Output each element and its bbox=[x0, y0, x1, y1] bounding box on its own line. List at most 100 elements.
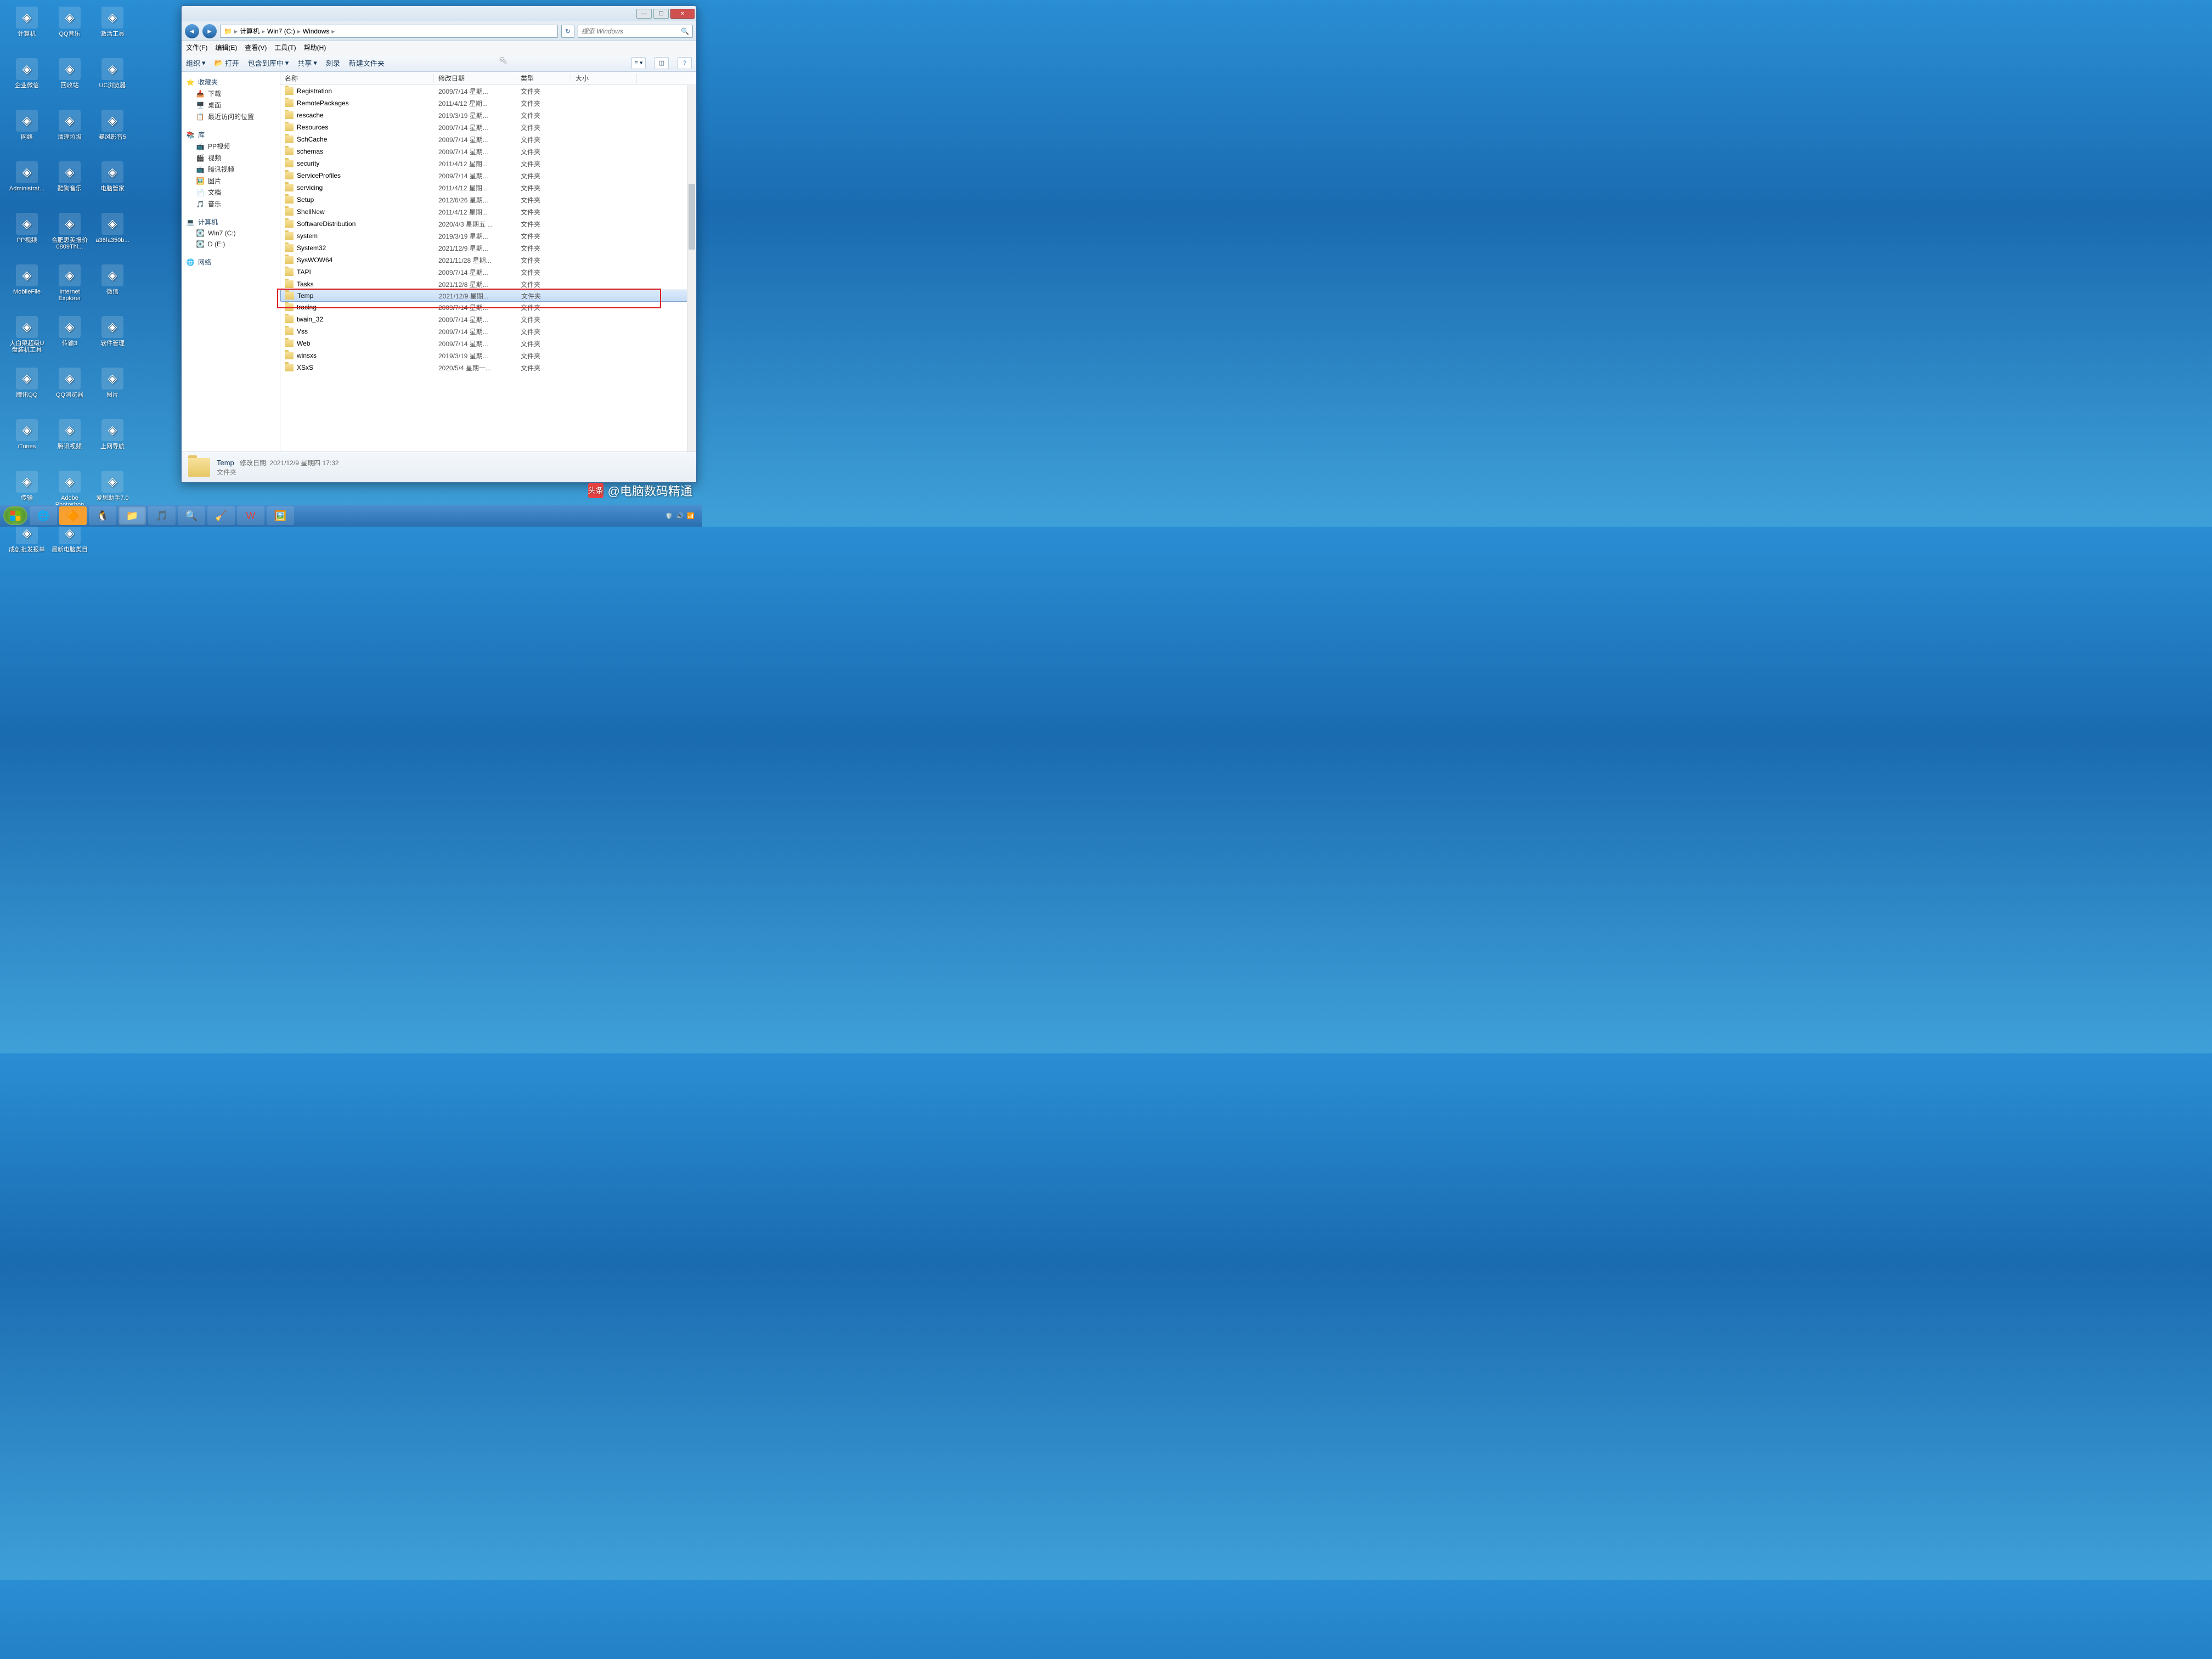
breadcrumb-computer[interactable]: 计算机 bbox=[240, 26, 259, 36]
table-row[interactable]: Registration2009/7/14 星期...文件夹 bbox=[280, 85, 696, 97]
desktop-icon[interactable]: ◈腾讯视频 bbox=[49, 419, 90, 466]
menu-edit[interactable]: 编辑(E) bbox=[215, 43, 237, 52]
column-size[interactable]: 大小 bbox=[571, 74, 637, 83]
taskbar-item-explorer[interactable]: 📁 bbox=[119, 506, 146, 525]
table-row[interactable]: RemotePackages2011/4/12 星期...文件夹 bbox=[280, 97, 696, 109]
taskbar-item[interactable]: 🐧 bbox=[89, 506, 116, 525]
desktop-icon[interactable]: ◈传输3 bbox=[49, 316, 90, 363]
maximize-button[interactable]: ☐ bbox=[653, 9, 669, 19]
breadcrumb-drive[interactable]: Win7 (C:) bbox=[267, 27, 295, 35]
desktop-icon[interactable]: ◈网络 bbox=[7, 110, 47, 157]
menu-view[interactable]: 查看(V) bbox=[245, 43, 267, 52]
desktop-icon[interactable]: ◈Internet Explorer bbox=[49, 264, 90, 312]
table-row[interactable]: tracing2009/7/14 星期...文件夹 bbox=[280, 301, 696, 313]
sidebar-item-pictures[interactable]: 🖼️图片 bbox=[184, 175, 278, 187]
sidebar-item-desktop[interactable]: 🖥️桌面 bbox=[184, 99, 278, 111]
sidebar-item-documents[interactable]: 📄文档 bbox=[184, 187, 278, 198]
desktop-icon[interactable]: ◈计算机 bbox=[7, 7, 47, 54]
sidebar-network[interactable]: 🌐网络 bbox=[184, 256, 278, 268]
tray-icon[interactable]: 🔊 bbox=[676, 512, 684, 520]
desktop-icon[interactable]: ◈软件管理 bbox=[92, 316, 133, 363]
forward-button[interactable]: ► bbox=[202, 24, 217, 38]
tray-icon[interactable]: 📶 bbox=[687, 512, 695, 520]
search-input[interactable] bbox=[582, 27, 681, 35]
table-row[interactable]: SoftwareDistribution2020/4/3 星期五 ...文件夹 bbox=[280, 218, 696, 230]
table-row[interactable]: rescache2019/3/19 星期...文件夹 bbox=[280, 109, 696, 121]
taskbar-item[interactable]: 🧹 bbox=[207, 506, 235, 525]
refresh-button[interactable]: ↻ bbox=[561, 25, 574, 38]
start-button[interactable] bbox=[3, 506, 27, 525]
desktop-icon[interactable]: ◈上网导航 bbox=[92, 419, 133, 466]
taskbar-item[interactable]: W bbox=[237, 506, 264, 525]
preview-pane-button[interactable]: ◫ bbox=[654, 57, 669, 69]
table-row[interactable]: Vss2009/7/14 星期...文件夹 bbox=[280, 325, 696, 337]
table-row[interactable]: Web2009/7/14 星期...文件夹 bbox=[280, 337, 696, 349]
breadcrumb-folder[interactable]: Windows bbox=[303, 27, 330, 35]
desktop-icon[interactable]: ◈成创批发报单 bbox=[7, 522, 47, 569]
sidebar-libraries[interactable]: 📚库 bbox=[184, 129, 278, 140]
table-row[interactable]: security2011/4/12 星期...文件夹 bbox=[280, 157, 696, 170]
column-name[interactable]: 名称 bbox=[280, 74, 434, 83]
table-row[interactable]: Tasks2021/12/8 星期...文件夹 bbox=[280, 278, 696, 290]
table-row[interactable]: ServiceProfiles2009/7/14 星期...文件夹 bbox=[280, 170, 696, 182]
desktop-icon[interactable]: ◈微信 bbox=[92, 264, 133, 312]
desktop-icon[interactable]: ◈合肥思美报价0809Thi... bbox=[49, 213, 90, 260]
toolbar-newfolder[interactable]: 新建文件夹 bbox=[349, 58, 385, 68]
toolbar-organize[interactable]: 组织 ▾ bbox=[186, 58, 206, 68]
table-row[interactable]: system2019/3/19 星期...文件夹 bbox=[280, 230, 696, 242]
search-box[interactable]: 🔍 bbox=[578, 25, 693, 38]
sidebar-favorites[interactable]: ⭐收藏夹 bbox=[184, 76, 278, 88]
desktop-icon[interactable]: ◈QQ浏览器 bbox=[49, 368, 90, 415]
table-row[interactable]: XSxS2020/5/4 星期一...文件夹 bbox=[280, 362, 696, 374]
back-button[interactable]: ◄ bbox=[185, 24, 199, 38]
desktop-icon[interactable]: ◈UC浏览器 bbox=[92, 58, 133, 105]
desktop-icon[interactable]: ◈a36fa350b... bbox=[92, 213, 133, 260]
sidebar-computer[interactable]: 💻计算机 bbox=[184, 216, 278, 228]
help-button[interactable]: ? bbox=[678, 57, 692, 69]
view-options-button[interactable]: ≡ ▾ bbox=[631, 57, 646, 69]
vertical-scrollbar[interactable] bbox=[687, 85, 696, 452]
tray-icon[interactable]: 🛡️ bbox=[665, 512, 673, 520]
sidebar-item-tencent-video[interactable]: 📺腾讯视频 bbox=[184, 163, 278, 175]
minimize-button[interactable]: — bbox=[636, 9, 652, 19]
column-date[interactable]: 修改日期 bbox=[434, 74, 516, 83]
desktop-icon[interactable]: ◈iTunes bbox=[7, 419, 47, 466]
table-row[interactable]: winsxs2019/3/19 星期...文件夹 bbox=[280, 349, 696, 362]
scrollbar-thumb[interactable] bbox=[689, 184, 695, 250]
desktop-icon[interactable]: ◈Administrat... bbox=[7, 161, 47, 208]
table-row[interactable]: System322021/12/9 星期...文件夹 bbox=[280, 242, 696, 254]
table-row[interactable]: twain_322009/7/14 星期...文件夹 bbox=[280, 313, 696, 325]
table-row[interactable]: TAPI2009/7/14 星期...文件夹 bbox=[280, 266, 696, 278]
desktop-icon[interactable]: ◈MobileFile bbox=[7, 264, 47, 312]
menu-tools[interactable]: 工具(T) bbox=[274, 43, 296, 52]
address-bar[interactable]: 📁 ▸ 计算机 ▸ Win7 (C:) ▸ Windows ▸ bbox=[220, 25, 558, 38]
desktop-icon[interactable]: ◈酷狗音乐 bbox=[49, 161, 90, 208]
desktop-icon[interactable]: ◈清理垃圾 bbox=[49, 110, 90, 157]
desktop-icon[interactable]: ◈回收站 bbox=[49, 58, 90, 105]
toolbar-include[interactable]: 包含到库中 ▾ bbox=[248, 58, 289, 68]
desktop-icon[interactable]: ◈QQ音乐 bbox=[49, 7, 90, 54]
toolbar-share[interactable]: 共享 ▾ bbox=[297, 58, 317, 68]
desktop-icon[interactable]: ◈激活工具 bbox=[92, 7, 133, 54]
table-row[interactable]: ShellNew2011/4/12 星期...文件夹 bbox=[280, 206, 696, 218]
sidebar-item-ppvideo[interactable]: 📺PP视频 bbox=[184, 140, 278, 152]
column-type[interactable]: 类型 bbox=[516, 74, 571, 83]
system-tray[interactable]: 🛡️ 🔊 📶 bbox=[665, 512, 699, 520]
desktop-icon[interactable]: ◈大白菜超级U盘装机工具 bbox=[7, 316, 47, 363]
table-row[interactable]: Resources2009/7/14 星期...文件夹 bbox=[280, 121, 696, 133]
sidebar-item-recent[interactable]: 📋最近访问的位置 bbox=[184, 111, 278, 122]
toolbar-open[interactable]: 📂 打开 bbox=[215, 58, 239, 68]
menu-file[interactable]: 文件(F) bbox=[186, 43, 207, 52]
table-row[interactable]: SchCache2009/7/14 星期...文件夹 bbox=[280, 133, 696, 145]
sidebar-item-music[interactable]: 🎵音乐 bbox=[184, 198, 278, 210]
desktop-icon[interactable]: ◈腾讯QQ bbox=[7, 368, 47, 415]
desktop-icon[interactable]: ◈最新电脑类目 bbox=[49, 522, 90, 569]
menu-help[interactable]: 帮助(H) bbox=[304, 43, 326, 52]
desktop-icon[interactable]: ◈图片 bbox=[92, 368, 133, 415]
sidebar-item-drive-c[interactable]: 💽Win7 (C:) bbox=[184, 228, 278, 239]
desktop-icon[interactable]: ◈企业微信 bbox=[7, 58, 47, 105]
taskbar-item[interactable]: 🔍 bbox=[178, 506, 205, 525]
taskbar-item[interactable]: 🔶 bbox=[59, 506, 87, 525]
table-row[interactable]: servicing2011/4/12 星期...文件夹 bbox=[280, 182, 696, 194]
file-list[interactable]: Registration2009/7/14 星期...文件夹RemotePack… bbox=[280, 85, 696, 452]
